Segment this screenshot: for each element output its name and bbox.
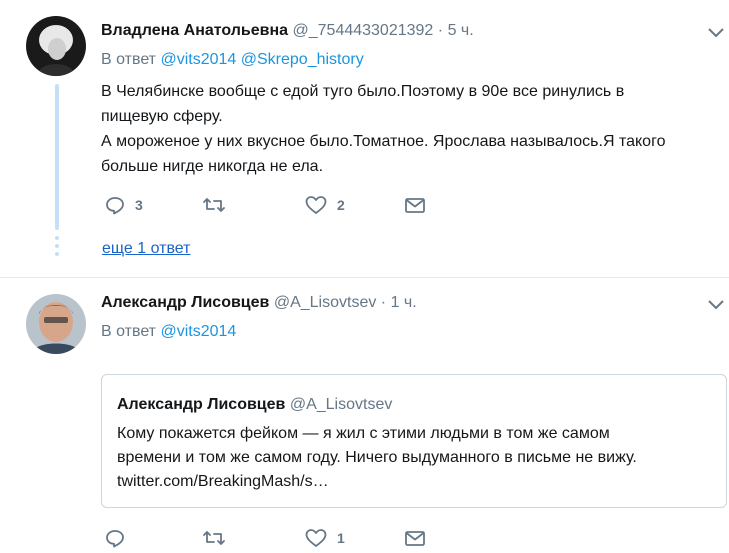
- mention-link[interactable]: @vits2014: [160, 51, 236, 68]
- like-button[interactable]: 2: [305, 195, 345, 215]
- reply-icon: [106, 197, 124, 215]
- separator-dot: ·: [437, 22, 444, 39]
- author-handle[interactable]: @_7544433021392: [293, 22, 434, 39]
- avatar[interactable]: [26, 16, 86, 76]
- like-count: 2: [337, 197, 345, 213]
- direct-message-button[interactable]: [404, 528, 426, 548]
- reply-to-label: В ответ: [101, 51, 157, 68]
- like-button[interactable]: 1: [305, 528, 345, 548]
- quoted-tweet[interactable]: Александр Лисовцев @A_Lisovtsev Кому пок…: [101, 374, 727, 508]
- thread-dot: [55, 244, 59, 248]
- thread-dot: [55, 236, 59, 240]
- chevron-down-icon[interactable]: [707, 26, 725, 38]
- direct-message-button[interactable]: [404, 195, 426, 215]
- reply-to-line: В ответ @vits2014 @Skrepo_history: [101, 51, 364, 69]
- reply-icon: [106, 530, 124, 548]
- quoted-link[interactable]: twitter.com/BreakingMash/s…: [117, 470, 713, 494]
- quoted-tweet-text: Кому покажется фейком — я жил с этими лю…: [117, 422, 713, 494]
- tweet-1[interactable]: Владлена Анатольевна @_7544433021392 · 5…: [0, 0, 729, 277]
- message-icon: [405, 531, 425, 546]
- tweet-text-line: больше нигде никогда не ела.: [101, 158, 324, 175]
- timestamp[interactable]: 1 ч.: [391, 294, 417, 311]
- show-more-replies-link[interactable]: еще 1 ответ: [102, 240, 190, 258]
- thread-line: [55, 84, 59, 230]
- retweet-button[interactable]: [203, 195, 235, 215]
- avatar[interactable]: [26, 294, 86, 354]
- thread-dot: [55, 252, 59, 256]
- retweet-button[interactable]: [203, 528, 235, 548]
- author-handle[interactable]: @A_Lisovtsev: [274, 294, 377, 311]
- quoted-author-name: Александр Лисовцев: [117, 396, 286, 413]
- like-icon: [305, 529, 327, 547]
- tweet-header: Александр Лисовцев @A_Lisovtsev · 1 ч.: [101, 294, 417, 312]
- timestamp[interactable]: 5 ч.: [448, 22, 474, 39]
- quoted-text-line: времени и том же самом году. Ничего выду…: [117, 449, 637, 466]
- retweet-icon: [203, 531, 225, 545]
- separator-dot: ·: [380, 294, 387, 311]
- retweet-icon: [203, 198, 225, 212]
- quoted-tweet-header: Александр Лисовцев @A_Lisovtsev: [117, 396, 392, 414]
- author-name[interactable]: Александр Лисовцев: [101, 294, 269, 311]
- message-icon: [405, 198, 425, 213]
- mention-link[interactable]: @Skrepo_history: [241, 51, 364, 68]
- reply-button[interactable]: [105, 528, 135, 548]
- tweet-text-line: В Челябинске вообще с едой туго было.Поэ…: [101, 83, 625, 100]
- tweet-text-line: пищевую сферу.: [101, 108, 223, 125]
- tweet-header: Владлена Анатольевна @_7544433021392 · 5…: [101, 22, 474, 40]
- quoted-text-line: Кому покажется фейком — я жил с этими лю…: [117, 425, 610, 442]
- chevron-down-icon[interactable]: [707, 298, 725, 310]
- author-name[interactable]: Владлена Анатольевна: [101, 22, 288, 39]
- quoted-author-handle: @A_Lisovtsev: [289, 396, 393, 413]
- tweet-text: В Челябинске вообще с едой туго было.Поэ…: [101, 79, 701, 179]
- mention-link[interactable]: @vits2014: [160, 323, 236, 340]
- like-icon: [305, 196, 327, 214]
- tweet-text-line: А мороженое у них вкусное было.Томатное.…: [101, 133, 666, 150]
- like-count: 1: [337, 530, 345, 546]
- reply-to-label: В ответ: [101, 323, 157, 340]
- reply-button[interactable]: 3: [105, 195, 143, 215]
- reply-to-line: В ответ @vits2014: [101, 323, 236, 341]
- reply-count: 3: [135, 197, 143, 213]
